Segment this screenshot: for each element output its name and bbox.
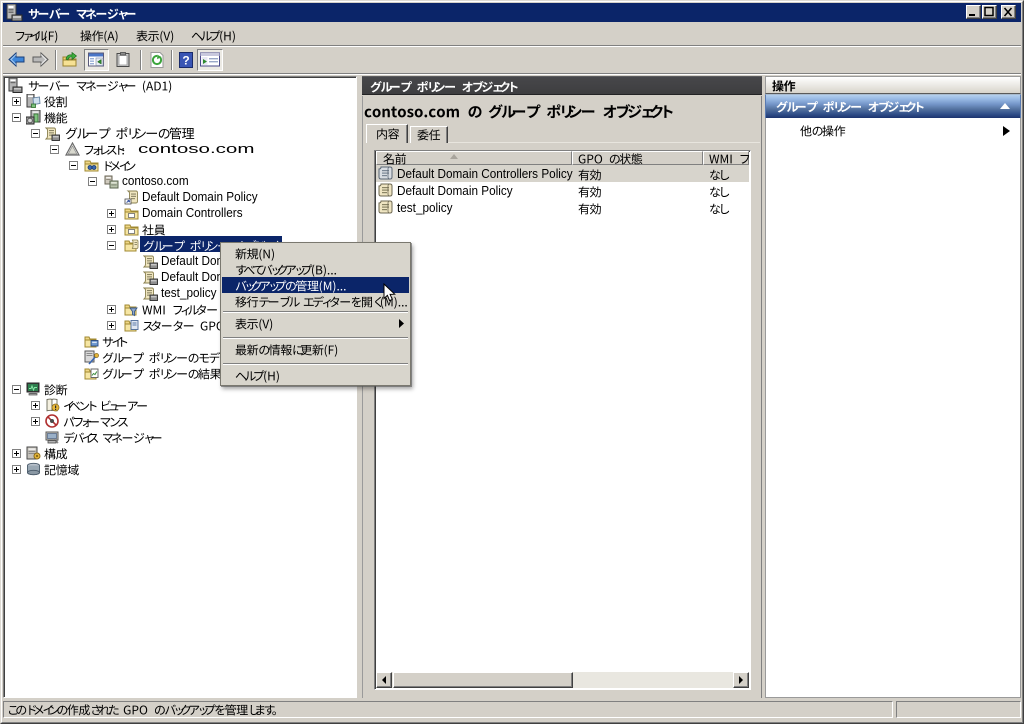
svg-text:?: ? [182, 54, 189, 68]
